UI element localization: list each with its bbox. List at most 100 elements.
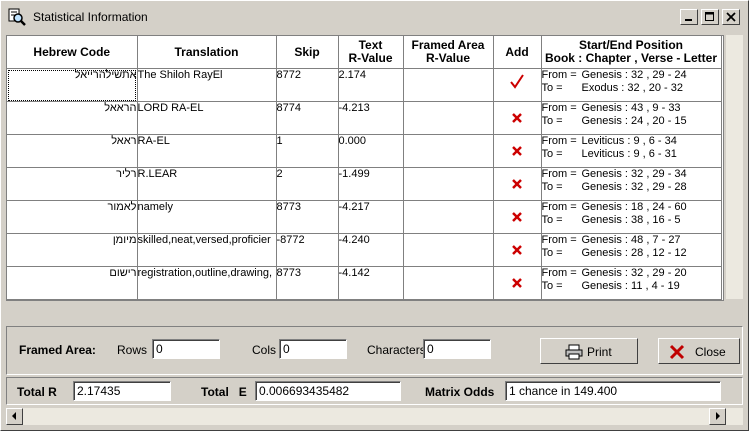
cell-add-toggle[interactable] [493,233,542,267]
x-mark-icon [512,212,522,222]
rows-label: Rows [117,343,148,357]
header-framed-area-r-value[interactable]: Framed Area R-Value [403,36,494,69]
from-label: From = [541,201,577,213]
cell-hebrew-code[interactable]: מיומן [7,233,138,267]
header-hebrew-code[interactable]: Hebrew Code [7,36,138,69]
cell-add-toggle[interactable] [493,134,542,168]
cell-skip[interactable]: 8772 [276,68,339,102]
cell-framed-area-r-value[interactable] [403,68,494,102]
header-add[interactable]: Add [493,36,542,69]
total-r-label: Total R [17,385,57,399]
cell-text-r-value[interactable]: 2.174 [338,68,404,102]
cell-framed-area-r-value[interactable] [403,101,494,135]
cell-framed-area-r-value[interactable] [403,134,494,168]
grid-vertical-scrollbar[interactable] [726,35,743,299]
total-r-value[interactable]: 2.17435 [73,381,171,401]
cell-position[interactable]: From = Genesis : 32 , 29 - 20 To = Genesis … [541,266,722,300]
cell-position[interactable]: From = Genesis : 48 , 7 - 27 To = Genesis :… [541,233,722,267]
totals-bar: Total R 2.17435 Total E 0.006693435482 M… [6,377,743,405]
cell-skip[interactable]: 1 [276,134,339,168]
cell-text-r-value[interactable]: -4.240 [338,233,404,267]
table-row[interactable]: רליר R.LEAR 2 -1.499 From = Genesis : 32 , 29… [7,167,722,201]
cell-framed-area-r-value[interactable] [403,266,494,300]
table-row[interactable]: ראאל RA-EL 1 0.000 From = Leviticus : 9 , 6 -… [7,134,722,168]
to-label: To = [541,115,563,127]
to-position: Genesis : 38 , 16 - 5 [581,214,681,226]
cell-translation[interactable]: LORD RA-EL [137,101,277,135]
cell-position[interactable]: From = Genesis : 43 , 9 - 33 To = Genesis :… [541,101,722,135]
cell-add-toggle[interactable] [493,200,542,234]
cell-skip[interactable]: 8773 [276,200,339,234]
print-button[interactable]: Print [540,338,638,364]
cell-position[interactable]: From = Leviticus : 9 , 6 - 34 To = Leviticu… [541,134,722,168]
from-label: From = [541,102,577,114]
cell-skip[interactable]: 8773 [276,266,339,300]
cell-framed-area-r-value[interactable] [403,167,494,201]
cell-add-toggle[interactable] [493,167,542,201]
cell-add-toggle[interactable] [493,266,542,300]
cell-position[interactable]: From = Genesis : 18 , 24 - 60 To = Genesis … [541,200,722,234]
to-label: To = [541,148,563,160]
cell-hebrew-code[interactable]: רליר [7,167,138,201]
header-skip[interactable]: Skip [276,36,339,69]
cell-text-r-value[interactable]: -4.213 [338,101,404,135]
cell-translation[interactable]: registration,outline,drawing, [137,266,277,300]
cell-add-toggle[interactable] [493,101,542,135]
cell-hebrew-code[interactable]: רישום [7,266,138,300]
close-icon [726,12,736,22]
cell-add-toggle[interactable] [493,68,542,102]
maximize-button[interactable] [701,9,719,25]
table-row[interactable]: רישום registration,outline,drawing, 8773 -4… [7,266,722,300]
header-translation[interactable]: Translation [137,36,277,69]
close-window-button[interactable] [722,9,740,25]
minimize-button[interactable] [680,9,698,25]
table-row[interactable]: מיומן skilled,neat,versed,proficier -8772-… [7,233,722,267]
rows-input[interactable]: 0 [152,339,220,359]
x-mark-icon [512,179,522,189]
cell-text-r-value[interactable]: -4.142 [338,266,404,300]
matrix-odds-value[interactable]: 1 chance in 149.400 [505,381,721,401]
table-row[interactable]: אתשילהרייאל The Shiloh RayEl 8772 2.174 From… [7,68,722,102]
cell-translation[interactable]: RA-EL [137,134,277,168]
from-position: Genesis : 32 , 29 - 24 [581,69,687,81]
cell-text-r-value[interactable]: -4.217 [338,200,404,234]
x-mark-icon [512,146,522,156]
cell-translation[interactable]: The Shiloh RayEl [137,68,277,102]
to-position: Genesis : 32 , 29 - 28 [581,181,687,193]
to-label: To = [541,247,563,259]
x-mark-icon [512,245,522,255]
cell-position[interactable]: From = Genesis : 32 , 29 - 34 To = Genesis … [541,167,722,201]
cell-framed-area-r-value[interactable] [403,200,494,234]
scroll-right-button[interactable] [709,408,726,425]
cell-translation[interactable]: namely [137,200,277,234]
cell-skip[interactable]: 8774 [276,101,339,135]
title-bar[interactable]: Statistical Information [4,4,744,30]
header-text-r-value[interactable]: Text R-Value [338,36,404,69]
cell-translation[interactable]: R.LEAR [137,167,277,201]
from-position: Genesis : 48 , 7 - 27 [581,234,681,246]
cell-skip[interactable]: -8772 [276,233,339,267]
cell-skip[interactable]: 2 [276,167,339,201]
cell-translation[interactable]: skilled,neat,versed,proficier [137,233,277,267]
table-row[interactable]: לאמור namely 8773 -4.217 From = Genesis : 18 … [7,200,722,234]
cols-input[interactable]: 0 [279,339,347,359]
characters-input[interactable]: 0 [423,339,491,359]
cell-hebrew-code[interactable]: אתשילהרייאל [7,68,138,102]
cell-framed-area-r-value[interactable] [403,233,494,267]
magnifier-app-icon [8,8,26,26]
results-grid[interactable]: Hebrew Code Translation Skip Text R-Value… [6,35,724,301]
scroll-left-button[interactable] [6,408,23,425]
cell-text-r-value[interactable]: 0.000 [338,134,404,168]
header-start-end-position[interactable]: Start/End Position Book : Chapter , Verse… [541,36,722,69]
cell-hebrew-code[interactable]: לאמור [7,200,138,234]
close-button[interactable]: Close [658,338,740,364]
from-label: From = [541,168,577,180]
cell-hebrew-code[interactable]: הראאל [7,101,138,135]
cell-position[interactable]: From = Genesis : 32 , 29 - 24 To = Exodus :… [541,68,722,102]
total-e-value[interactable]: 0.006693435482 [255,381,401,401]
table-row[interactable]: הראאל LORD RA-EL 8774 -4.213 From = Genesis :… [7,101,722,135]
cell-text-r-value[interactable]: -1.499 [338,167,404,201]
total-e-label: Total E [201,385,247,399]
horizontal-scrollbar[interactable] [6,408,743,425]
cell-hebrew-code[interactable]: ראאל [7,134,138,168]
